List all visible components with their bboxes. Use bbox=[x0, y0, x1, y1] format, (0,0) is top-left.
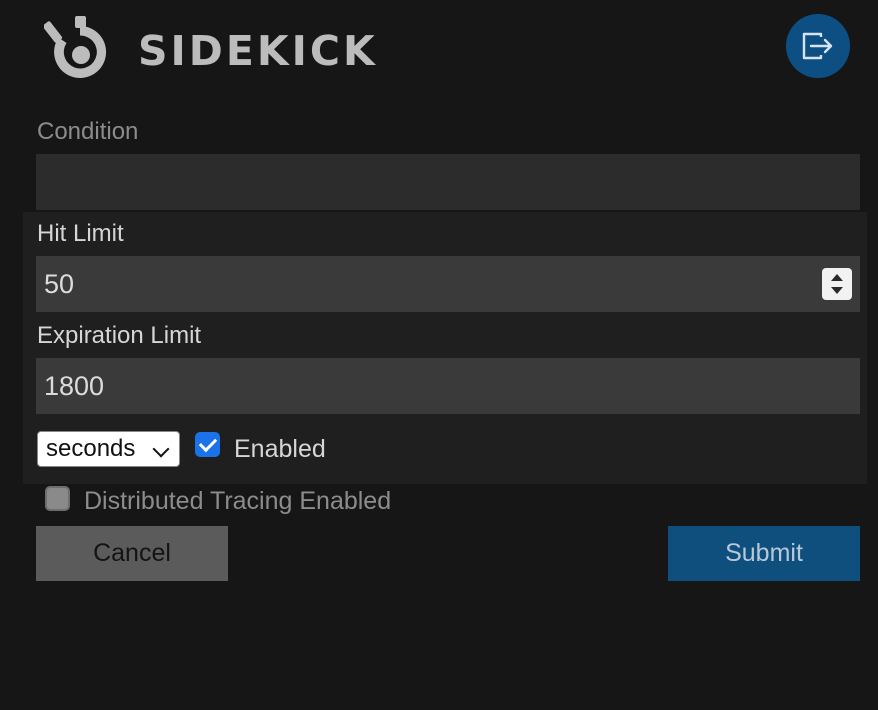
hit-limit-input[interactable]: 50 bbox=[36, 256, 860, 312]
expiration-limit-value: 1800 bbox=[44, 371, 105, 401]
logout-icon bbox=[802, 32, 833, 60]
expiration-limit-label: Expiration Limit bbox=[37, 322, 202, 349]
chevron-down-icon bbox=[152, 440, 170, 458]
condition-label: Condition bbox=[37, 118, 139, 145]
distributed-tracing-label: Distributed Tracing Enabled bbox=[84, 487, 392, 515]
sidekick-form-page: SIDEKICK Condition Hit Limit 50 Expirati… bbox=[0, 0, 878, 710]
hit-limit-value: 50 bbox=[44, 269, 75, 299]
sidekick-logo-icon bbox=[44, 16, 107, 78]
enabled-label: Enabled bbox=[234, 435, 326, 463]
distributed-tracing-checkbox[interactable] bbox=[45, 486, 70, 511]
hit-limit-stepper[interactable] bbox=[822, 268, 852, 300]
time-unit-selected: seconds bbox=[46, 435, 136, 462]
brand-logo: SIDEKICK bbox=[44, 12, 378, 88]
enabled-checkbox[interactable] bbox=[195, 432, 220, 457]
checkmark-icon bbox=[198, 433, 218, 453]
logout-button[interactable] bbox=[786, 14, 850, 78]
expiration-limit-input[interactable]: 1800 bbox=[36, 358, 860, 414]
time-unit-select[interactable]: seconds bbox=[37, 431, 180, 467]
stepper-down-icon[interactable] bbox=[831, 287, 843, 294]
submit-button[interactable]: Submit bbox=[668, 526, 860, 581]
cancel-button[interactable]: Cancel bbox=[36, 526, 228, 581]
brand-name: SIDEKICK bbox=[138, 26, 378, 75]
condition-input[interactable] bbox=[36, 154, 860, 210]
stepper-up-icon[interactable] bbox=[831, 274, 843, 281]
hit-limit-label: Hit Limit bbox=[37, 220, 124, 247]
